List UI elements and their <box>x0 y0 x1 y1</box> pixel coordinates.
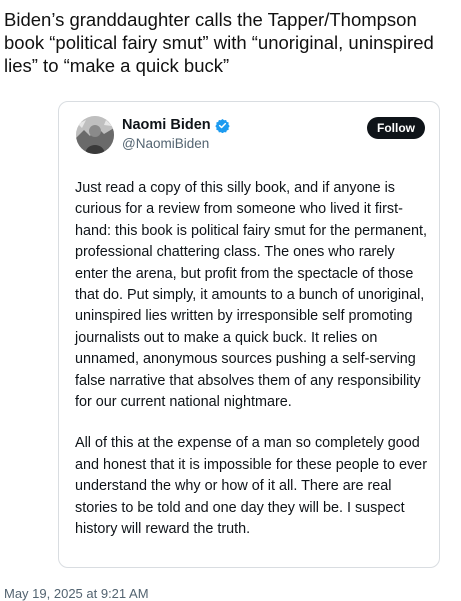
tweet-paragraph: All of this at the expense of a man so c… <box>75 435 427 538</box>
tweet-card[interactable]: Naomi Biden @NaomiBiden Follow Just read… <box>58 101 440 568</box>
verified-badge-icon <box>214 118 230 133</box>
tweet-paragraph: Just read a copy of this silly book, and… <box>75 180 427 411</box>
timestamp: May 19, 2025 at 9:21 AM <box>4 586 149 601</box>
author-row: Naomi Biden <box>122 117 230 133</box>
follow-button[interactable]: Follow <box>367 117 425 139</box>
avatar[interactable] <box>76 116 114 154</box>
headline: Biden’s granddaughter calls the Tapper/T… <box>4 9 434 76</box>
author-name[interactable]: Naomi Biden <box>122 117 211 133</box>
author-handle[interactable]: @NaomiBiden <box>122 136 209 151</box>
tweet-body: Just read a copy of this silly book, and… <box>75 178 431 561</box>
